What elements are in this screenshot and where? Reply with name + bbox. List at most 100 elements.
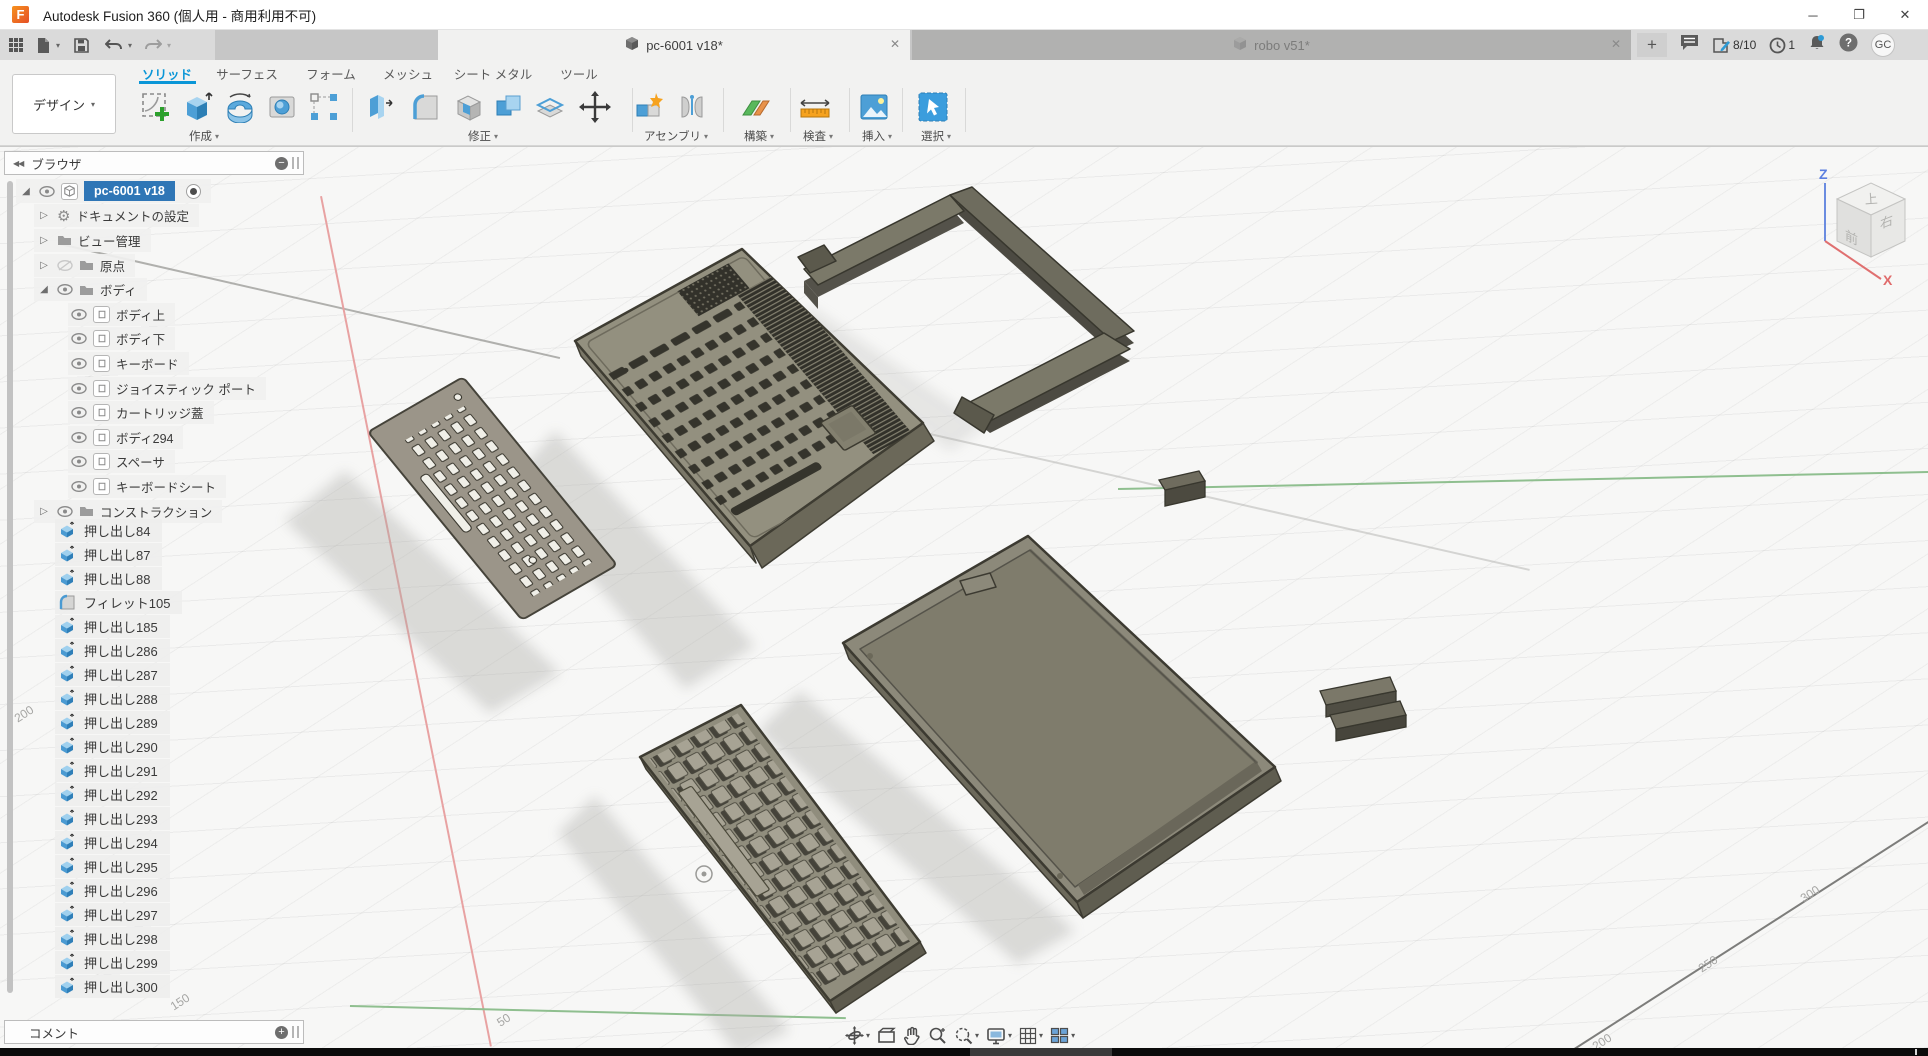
visibility-eye-icon[interactable] <box>71 333 87 344</box>
expand-icon[interactable]: ▷ <box>37 235 51 246</box>
feature-row[interactable]: 押し出し300 <box>55 974 182 998</box>
expand-icon[interactable]: ▷ <box>37 260 51 271</box>
add-comment-icon[interactable]: + <box>275 1026 288 1039</box>
visibility-eye-icon[interactable] <box>71 309 87 320</box>
combine-icon[interactable] <box>491 89 527 125</box>
ribbon-tab-sheetmetal[interactable]: シート メタル <box>454 64 532 83</box>
feature-row[interactable]: 押し出し185 <box>55 614 182 638</box>
orbit-icon[interactable]: ▾ <box>845 1026 870 1045</box>
viewports-icon[interactable]: ▾ <box>1050 1027 1075 1044</box>
feature-row[interactable]: 押し出し287 <box>55 662 182 686</box>
group-construct[interactable]: 構築▾ <box>744 128 774 144</box>
user-avatar[interactable]: GC <box>1871 33 1895 57</box>
visibility-eye-icon[interactable] <box>71 456 87 467</box>
offset-face-icon[interactable] <box>532 89 568 125</box>
feature-row[interactable]: 押し出し299 <box>55 950 182 974</box>
visibility-eye-icon[interactable] <box>71 407 87 418</box>
construction-plane-icon[interactable] <box>738 89 774 125</box>
measure-icon[interactable] <box>797 89 833 125</box>
undo-caret-icon[interactable]: ▾ <box>128 41 132 50</box>
redo-icon[interactable] <box>144 38 162 52</box>
comment-bubble-icon[interactable] <box>1680 34 1699 56</box>
feature-row[interactable]: 押し出し295 <box>55 854 182 878</box>
insert-canvas-icon[interactable] <box>856 89 892 125</box>
tree-row-view-mgmt[interactable]: ▷ ビュー管理 <box>34 228 266 253</box>
feature-row[interactable]: 押し出し288 <box>55 686 182 710</box>
tree-row-bodies-folder[interactable]: ◢ ボディ <box>34 277 266 302</box>
doc-tab-pc6001[interactable]: pc-6001 v18* ✕ <box>438 30 910 60</box>
close-button[interactable]: ✕ <box>1882 0 1928 30</box>
pan-icon[interactable] <box>903 1026 921 1045</box>
tree-row-body[interactable]: キーボードシート <box>68 474 266 499</box>
group-select[interactable]: 選択▾ <box>921 128 951 144</box>
joystick-port-part[interactable] <box>1159 471 1205 506</box>
undo-icon[interactable] <box>105 38 123 52</box>
tree-row-body[interactable]: ボディ下 <box>68 327 266 352</box>
minimize-button[interactable]: ─ <box>1790 0 1836 30</box>
feature-row[interactable]: 押し出し294 <box>55 830 182 854</box>
viewport-canvas[interactable]: 200 150 50 300 250 200 <box>0 146 1928 1048</box>
visibility-eye-icon[interactable] <box>39 186 55 197</box>
ribbon-tab-mesh[interactable]: メッシュ <box>383 64 433 83</box>
look-at-icon[interactable] <box>877 1027 896 1044</box>
doc-tab-robo[interactable]: robo v51* ✕ <box>912 30 1631 60</box>
visibility-eye-icon[interactable] <box>57 506 73 517</box>
group-assemble[interactable]: アセンブリ▾ <box>644 128 708 144</box>
collapse-panel-icon[interactable]: ◀◀ <box>13 159 23 168</box>
redo-caret-icon[interactable]: ▾ <box>167 41 171 50</box>
feature-row[interactable]: 押し出し289 <box>55 710 182 734</box>
job-status-icon[interactable]: 8/10 <box>1712 37 1756 54</box>
group-insert[interactable]: 挿入▾ <box>862 128 892 144</box>
feature-row[interactable]: 押し出し290 <box>55 734 182 758</box>
ribbon-tab-surface[interactable]: サーフェス <box>216 64 278 83</box>
new-file-caret-icon[interactable]: ▾ <box>56 41 60 50</box>
tree-row-body[interactable]: ボディ上 <box>68 302 266 327</box>
revolve-icon[interactable] <box>222 89 258 125</box>
expand-icon[interactable]: ◢ <box>19 186 33 197</box>
feature-row[interactable]: 押し出し286 <box>55 638 182 662</box>
remove-panel-icon[interactable]: − <box>275 157 288 170</box>
tree-row-root[interactable]: ◢ pc-6001 v18 <box>16 179 266 204</box>
workspace-switcher[interactable]: デザイン ▾ <box>12 74 116 134</box>
save-icon[interactable] <box>74 38 89 53</box>
panel-grip-handle[interactable] <box>292 1026 299 1038</box>
feature-row[interactable]: 押し出し292 <box>55 782 182 806</box>
tree-row-body[interactable]: ボディ294 <box>68 425 266 450</box>
select-icon[interactable] <box>915 89 951 125</box>
comments-panel-header[interactable]: コメント + <box>4 1020 304 1044</box>
pattern-icon[interactable] <box>306 89 342 125</box>
fit-view-icon[interactable]: ▾ <box>954 1026 979 1045</box>
shell-icon[interactable] <box>451 89 487 125</box>
tree-row-body[interactable]: カートリッジ蓋 <box>68 400 266 425</box>
feature-row[interactable]: 押し出し297 <box>55 902 182 926</box>
ribbon-tab-form[interactable]: フォーム <box>306 64 356 83</box>
grid-settings-icon[interactable]: ▾ <box>1019 1027 1043 1045</box>
cartridge-lid-part[interactable] <box>1320 677 1406 741</box>
expand-icon[interactable]: ▷ <box>37 210 51 221</box>
new-component-icon[interactable] <box>631 89 667 125</box>
create-sketch-icon[interactable] <box>138 89 174 125</box>
tree-row-body[interactable]: キーボード <box>68 351 266 376</box>
help-icon[interactable]: ? <box>1839 33 1858 57</box>
tree-row-body[interactable]: スペーサ <box>68 450 266 475</box>
expand-icon[interactable]: ◢ <box>37 284 51 295</box>
feature-row[interactable]: 押し出し296 <box>55 878 182 902</box>
doc-tab-close-icon[interactable]: ✕ <box>1611 37 1621 51</box>
expand-icon[interactable]: ▷ <box>37 506 51 517</box>
display-settings-icon[interactable]: ▾ <box>986 1027 1012 1045</box>
extrude-icon[interactable] <box>180 89 216 125</box>
tree-row-origin[interactable]: ▷ 原点 <box>34 253 266 278</box>
new-file-icon[interactable] <box>36 37 51 54</box>
group-inspect[interactable]: 検査▾ <box>803 128 833 144</box>
visibility-eye-icon[interactable] <box>71 432 87 443</box>
zoom-icon[interactable] <box>928 1026 947 1045</box>
feature-row[interactable]: 押し出し87 <box>55 542 182 566</box>
browser-panel-header[interactable]: ◀◀ ブラウザ − <box>4 151 304 175</box>
feature-row[interactable]: 押し出し293 <box>55 806 182 830</box>
notification-bell-icon[interactable] <box>1808 34 1826 57</box>
visibility-eye-icon[interactable] <box>57 284 73 295</box>
restore-button[interactable]: ❐ <box>1836 0 1882 30</box>
root-component-label[interactable]: pc-6001 v18 <box>84 181 175 201</box>
feature-row[interactable]: 押し出し291 <box>55 758 182 782</box>
feature-row[interactable]: フィレット105 <box>55 590 182 614</box>
